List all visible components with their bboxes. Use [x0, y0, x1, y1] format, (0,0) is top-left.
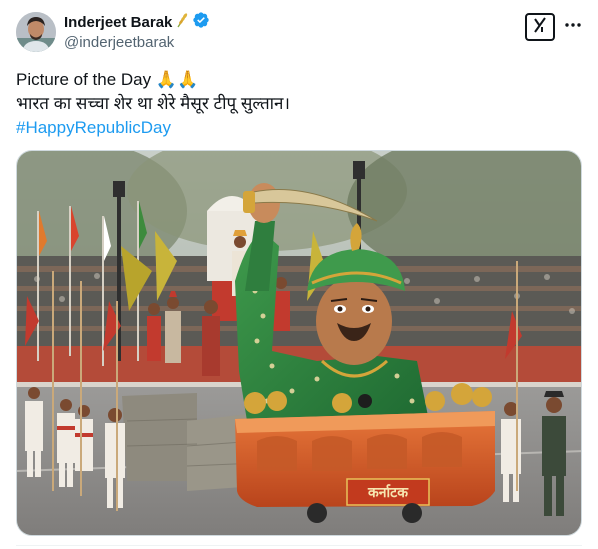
author-name[interactable]: Inderjeet Barak	[64, 14, 172, 31]
author-block: Inderjeet Barak @inderjeetbarak	[64, 11, 210, 51]
author-handle[interactable]: @inderjeetbarak	[64, 34, 210, 51]
wheat-sheaf-icon	[175, 12, 189, 33]
more-options-button[interactable]	[563, 14, 583, 34]
divider	[16, 545, 582, 546]
hashtag-link[interactable]: #HappyRepublicDay	[16, 118, 171, 137]
tweet-image[interactable]: कर्नाटक	[16, 150, 582, 536]
tweet-text-line-1: Picture of the Day 🙏🙏	[16, 70, 199, 89]
verified-badge-icon	[192, 11, 210, 34]
tweet-text-line-2: भारत का सच्चा शेर था शेरे मैसूर टीपू सुल…	[16, 94, 290, 113]
tweet-card: Inderjeet Barak @inderjeetbarak Picture …	[0, 0, 598, 549]
float-sign-text: कर्नाटक	[367, 484, 409, 501]
grok-button[interactable]	[525, 13, 555, 41]
more-options-icon	[564, 15, 582, 33]
grok-icon	[531, 16, 549, 39]
avatar[interactable]	[16, 12, 56, 52]
tweet-text: Picture of the Day 🙏🙏 भारत का सच्चा शेर …	[16, 68, 576, 140]
